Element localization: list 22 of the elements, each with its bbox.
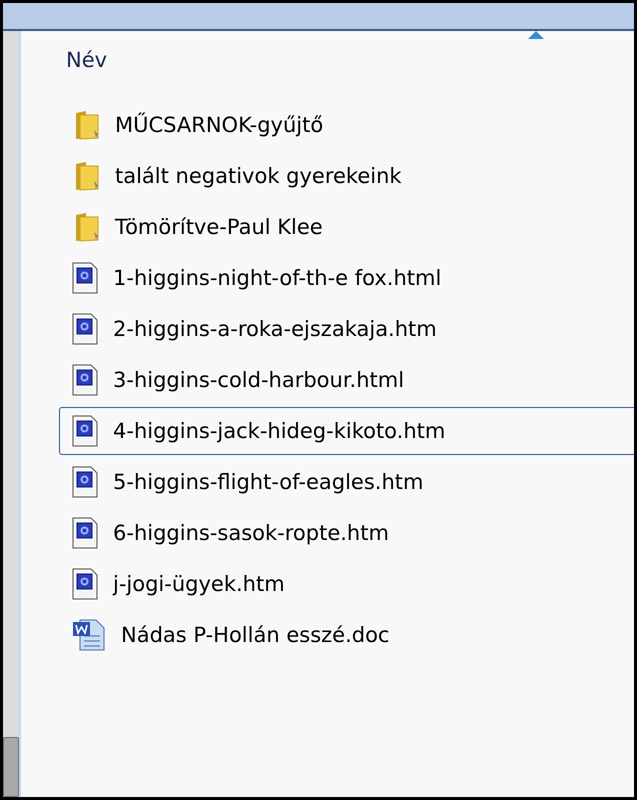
- file-item[interactable]: j-jogi-ügyek.htm: [59, 560, 634, 608]
- document-icon: [72, 313, 98, 345]
- file-item[interactable]: 4-higgins-jack-hideg-kikoto.htm: [59, 407, 634, 455]
- document-icon: [72, 262, 98, 294]
- column-header[interactable]: Név: [66, 48, 108, 72]
- file-item[interactable]: Tömörítve-Paul Klee: [59, 203, 634, 251]
- document-icon: [72, 415, 98, 447]
- file-item[interactable]: 3-higgins-cold-harbour.html: [59, 356, 634, 404]
- sort-arrow-icon: [528, 31, 544, 39]
- file-item[interactable]: 6-higgins-sasok-ropte.htm: [59, 509, 634, 557]
- document-icon: [72, 364, 98, 396]
- document-icon: [72, 568, 98, 600]
- document-icon: [72, 466, 98, 498]
- file-item[interactable]: talált negativok gyerekeink: [59, 152, 634, 200]
- file-item[interactable]: MŰCSARNOK-gyűjtő: [59, 101, 634, 149]
- file-item[interactable]: 2-higgins-a-roka-ejszakaja.htm: [59, 305, 634, 353]
- file-item[interactable]: 5-higgins-flight-of-eagles.htm: [59, 458, 634, 506]
- document-icon: [72, 517, 98, 549]
- file-item[interactable]: Nádas P-Hollán esszé.doc: [59, 611, 634, 659]
- word-document-icon: [72, 618, 106, 652]
- scrollbar-thumb[interactable]: [3, 737, 19, 797]
- file-item[interactable]: 1-higgins-night-of-th-e fox.html: [59, 254, 634, 302]
